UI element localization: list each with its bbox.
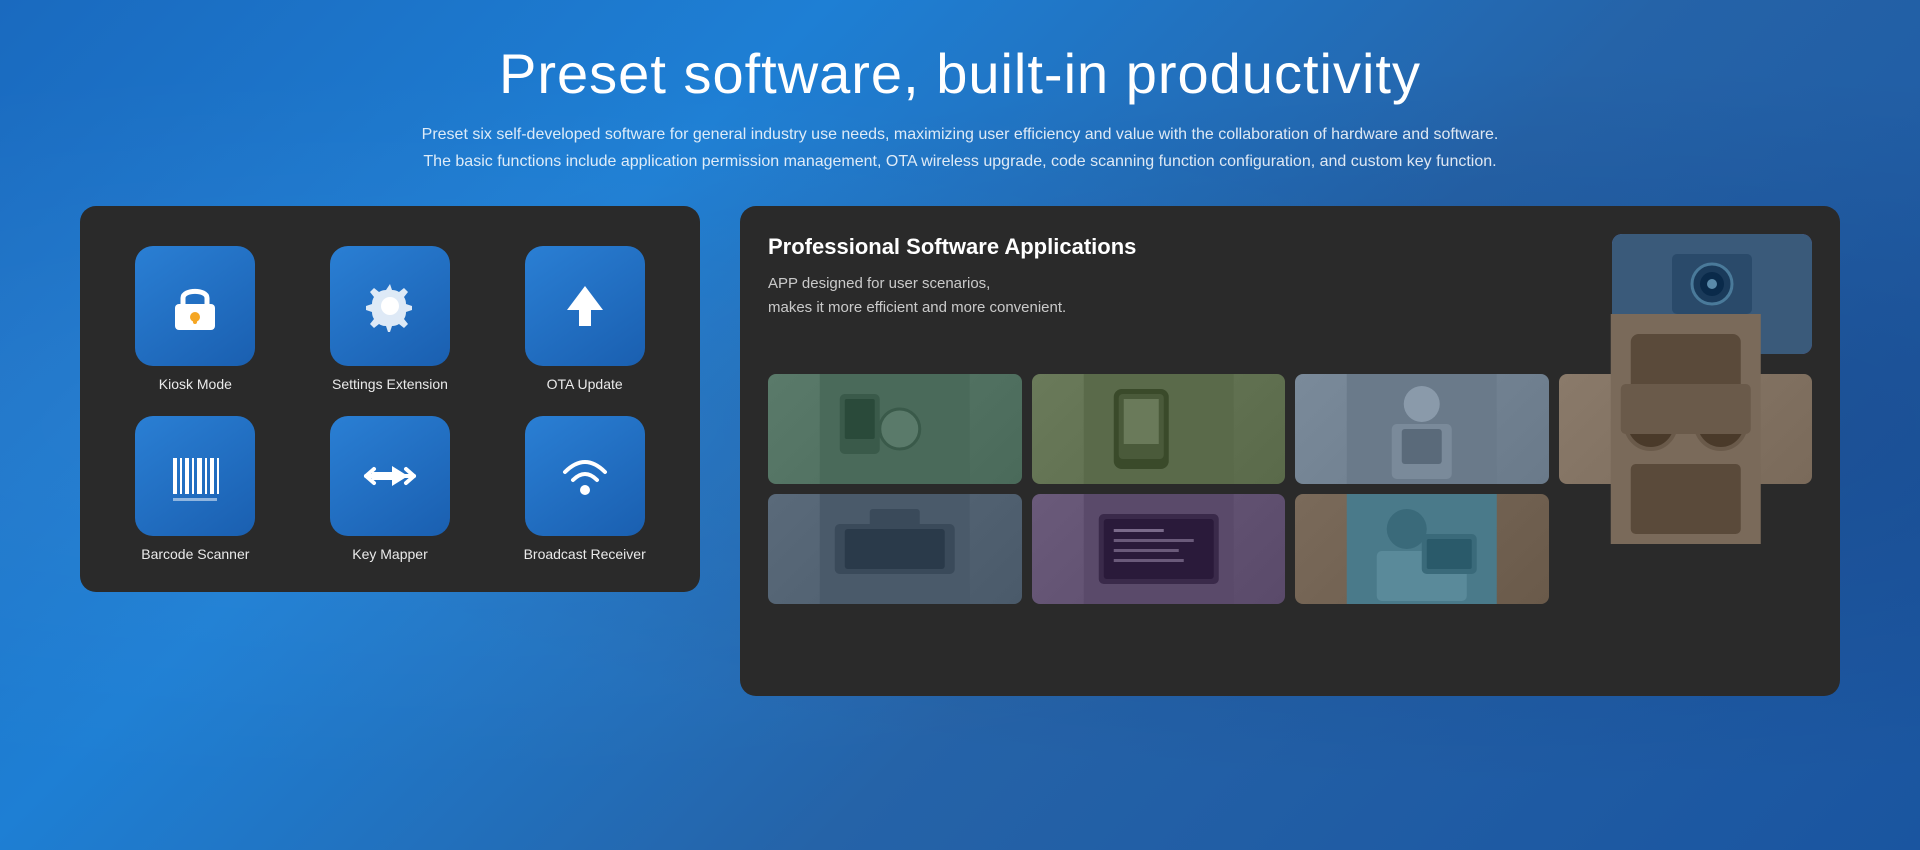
page-wrapper: Preset software, built-in productivity P… [0, 0, 1920, 850]
lock-icon [165, 276, 225, 336]
photo-vehicle [1559, 314, 1813, 544]
photo-2 [1032, 374, 1286, 484]
app-icon-broadcast[interactable] [525, 416, 645, 536]
header: Preset software, built-in productivity P… [80, 40, 1840, 176]
photo-6 [1032, 494, 1286, 604]
pro-desc-line2: makes it more efficient and more conveni… [768, 299, 1066, 316]
app-icon-settings[interactable] [330, 246, 450, 366]
photo-mosaic [768, 374, 1812, 604]
app-label-barcode: Barcode Scanner [141, 546, 249, 562]
app-item-keymapper: Key Mapper [305, 416, 476, 562]
subtitle-line2: The basic functions include application … [423, 153, 1496, 170]
app-item-broadcast: Broadcast Receiver [499, 416, 670, 562]
app-label-settings: Settings Extension [332, 376, 448, 392]
photo-person-tablet [1295, 494, 1549, 604]
app-label-ota: OTA Update [547, 376, 623, 392]
app-icon-barcode[interactable] [135, 416, 255, 536]
page-subtitle: Preset six self-developed software for g… [260, 121, 1660, 175]
pro-software-desc: APP designed for user scenarios, makes i… [768, 272, 1592, 320]
arrows-icon [360, 446, 420, 506]
signal-icon [555, 446, 615, 506]
app-icon-keymapper[interactable] [330, 416, 450, 536]
app-label-broadcast: Broadcast Receiver [524, 546, 646, 562]
photo-printing [768, 494, 1022, 604]
photo-4 [1559, 374, 1813, 484]
app-icon-ota[interactable] [525, 246, 645, 366]
barcode-icon [165, 446, 225, 506]
app-item-ota: OTA Update [499, 246, 670, 392]
app-item-kiosk: Kiosk Mode [110, 246, 281, 392]
photo-1 [768, 374, 1022, 484]
app-label-keymapper: Key Mapper [352, 546, 427, 562]
photo-7 [1295, 494, 1549, 604]
page-title: Preset software, built-in productivity [80, 40, 1840, 107]
app-icon-kiosk[interactable] [135, 246, 255, 366]
gear-icon [360, 276, 420, 336]
app-item-settings: Settings Extension [305, 246, 476, 392]
right-panel: Professional Software Applications APP d… [740, 206, 1840, 696]
subtitle-line1: Preset six self-developed software for g… [422, 126, 1499, 143]
panels-container: Kiosk Mode Settings Extension [80, 206, 1840, 696]
photo-5 [768, 494, 1022, 604]
app-label-kiosk: Kiosk Mode [159, 376, 232, 392]
pro-software-title: Professional Software Applications [768, 234, 1592, 260]
photo-screen [1032, 494, 1286, 604]
app-item-barcode: Barcode Scanner [110, 416, 281, 562]
left-panel: Kiosk Mode Settings Extension [80, 206, 700, 592]
photo-worker [1295, 374, 1549, 484]
upload-icon [555, 276, 615, 336]
photo-industrial [768, 374, 1022, 484]
app-grid: Kiosk Mode Settings Extension [110, 246, 670, 562]
right-text-block: Professional Software Applications APP d… [768, 234, 1592, 320]
photo-3 [1295, 374, 1549, 484]
pro-desc-line1: APP designed for user scenarios, [768, 275, 990, 292]
photo-tablet [1032, 374, 1286, 484]
